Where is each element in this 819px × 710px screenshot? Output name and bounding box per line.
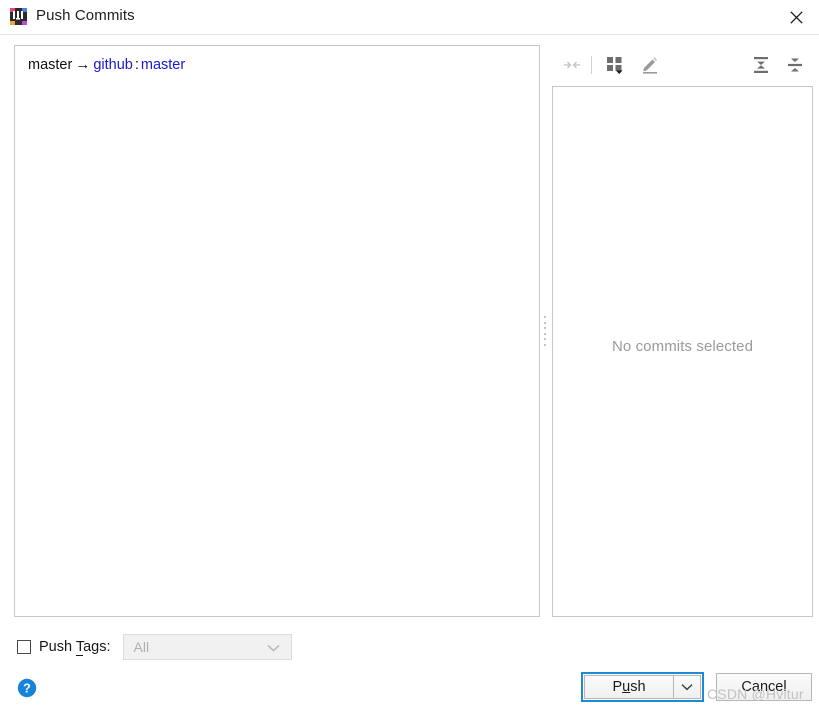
edit-pencil-icon[interactable]: [636, 52, 664, 78]
details-toolbar: [552, 50, 813, 82]
local-branch-label: master: [28, 57, 73, 73]
titlebar-separator: [0, 34, 819, 35]
branch-row[interactable]: master → github: master: [28, 56, 185, 74]
push-button[interactable]: Pu sh: [584, 675, 673, 699]
window-titlebar: Push Commits: [0, 0, 819, 34]
toolbar-divider: [591, 56, 592, 74]
expand-all-icon[interactable]: [747, 52, 775, 78]
branch-separator: :: [134, 57, 139, 73]
push-tags-label: Push Tags:: [39, 639, 111, 656]
panel-splitter[interactable]: [540, 45, 550, 617]
svg-text:?: ?: [23, 682, 31, 696]
empty-state-message: No commits selected: [611, 338, 754, 355]
push-tags-checkbox[interactable]: [17, 640, 31, 654]
help-button[interactable]: ?: [17, 678, 37, 698]
push-tags-row: Push Tags: All: [17, 634, 292, 660]
close-icon[interactable]: [779, 2, 813, 32]
collapse-all-icon[interactable]: [781, 52, 809, 78]
commit-details-panel: No commits selected: [552, 86, 813, 617]
branch-arrow-icon: →: [75, 56, 91, 73]
commits-tree-panel[interactable]: master → github: master: [14, 45, 540, 617]
push-tags-label-mnemonic: T: [75, 639, 84, 656]
push-tags-select-value: All: [133, 639, 150, 655]
push-tags-label-prefix: Push: [39, 639, 76, 655]
chevron-down-icon: [266, 639, 280, 655]
group-by-icon[interactable]: [602, 52, 630, 78]
push-button-group[interactable]: Pu sh: [581, 672, 704, 702]
push-dropdown-button[interactable]: [673, 675, 701, 699]
push-label-mnemonic: u: [622, 679, 631, 695]
remote-name-label[interactable]: github: [93, 57, 133, 73]
intellij-idea-icon: [9, 7, 28, 26]
splitter-grip-icon: [543, 316, 547, 346]
window-title: Push Commits: [36, 7, 135, 24]
push-tags-label-suffix: ags:: [83, 639, 111, 655]
push-label-suffix: sh: [630, 679, 646, 695]
remote-branch-label[interactable]: master: [141, 57, 185, 73]
watermark-text: CSDN @Hvitur: [707, 686, 804, 702]
push-tags-select[interactable]: All: [122, 634, 292, 660]
push-label-prefix: P: [612, 679, 623, 695]
collapse-arrows-icon[interactable]: [558, 52, 586, 78]
